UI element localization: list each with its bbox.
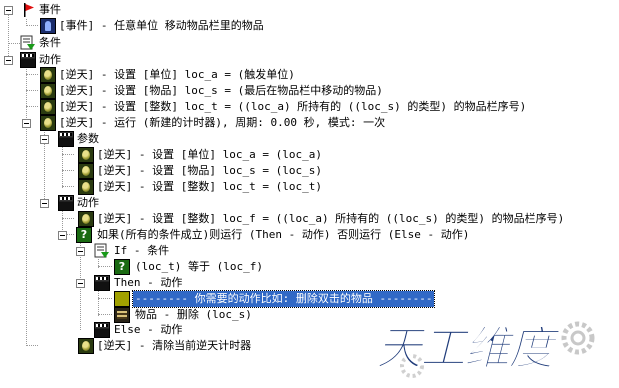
clapperboard-icon <box>94 322 110 338</box>
tree-label: [逆天] - 运行 (新建的计时器), 周期: 0.00 秒, 模式: 一次 <box>59 116 386 129</box>
tree-label: [逆天] - 清除当前逆天计时器 <box>97 339 252 352</box>
item-icon <box>114 307 130 323</box>
watermark-text: 天工维度 <box>376 321 555 375</box>
tree-label: (loc_t) 等于 (loc_f) <box>135 260 263 273</box>
tree-label: [逆天] - 设置 [物品] loc_s = (loc_s) <box>97 164 322 177</box>
action-icon <box>40 67 56 83</box>
tree-label: [事件] - 任意单位 移动物品栏里的物品 <box>59 19 264 32</box>
tree-label: [逆天] - 设置 [单位] loc_a = (loc_a) <box>97 148 322 161</box>
question-icon: ? <box>114 259 130 275</box>
action-icon <box>78 179 94 195</box>
collapse-toggle[interactable] <box>58 231 67 240</box>
collapse-toggle[interactable] <box>76 247 85 256</box>
action-icon <box>40 115 56 131</box>
clapperboard-icon <box>58 195 74 211</box>
collapse-toggle[interactable] <box>40 135 49 144</box>
condition-icon <box>94 243 110 259</box>
red-flag-icon <box>20 2 36 18</box>
tree-label: 动作 <box>39 53 61 66</box>
clapperboard-icon <box>58 131 74 147</box>
condition-icon <box>20 35 36 51</box>
action-icon <box>78 163 94 179</box>
tree-label: Then - 动作 <box>114 276 183 289</box>
clapperboard-icon <box>20 52 36 68</box>
tree-label: [逆天] - 设置 [整数] loc_t = (loc_t) <box>97 180 322 193</box>
tree-label: [逆天] - 设置 [物品] loc_s = (最后在物品栏中移动的物品) <box>59 84 383 97</box>
tree-label: [逆天] - 设置 [整数] loc_f = ((loc_a) 所持有的 ((l… <box>97 212 565 225</box>
tree-label: If - 条件 <box>114 244 170 257</box>
hole-icon <box>114 291 130 307</box>
collapse-toggle[interactable] <box>40 199 49 208</box>
clapperboard-icon <box>94 275 110 291</box>
unit-icon <box>40 18 56 34</box>
action-icon <box>78 338 94 354</box>
tree-label: 参数 <box>77 132 99 145</box>
collapse-toggle[interactable] <box>22 119 31 128</box>
tree-label: 条件 <box>39 36 61 49</box>
selected-comment: -------- 你需要的动作比如: 删除双击的物品 -------- <box>131 290 436 308</box>
tree-label: [逆天] - 设置 [单位] loc_a = (触发单位) <box>59 68 295 81</box>
action-icon <box>40 99 56 115</box>
tree-label: 事件 <box>39 3 61 16</box>
tree-label: 物品 - 删除 (loc_s) <box>135 308 252 321</box>
collapse-toggle[interactable] <box>76 279 85 288</box>
action-icon <box>40 83 56 99</box>
question-icon: ? <box>76 227 92 243</box>
tree-label: [逆天] - 设置 [整数] loc_t = ((loc_a) 所持有的 ((l… <box>59 100 527 113</box>
collapse-toggle[interactable] <box>4 6 13 15</box>
tree-label: Else - 动作 <box>114 323 183 336</box>
watermark-logo: 天工维度 <box>372 318 602 380</box>
action-icon <box>78 147 94 163</box>
action-icon <box>78 211 94 227</box>
tree-label: 动作 <box>77 196 99 209</box>
collapse-toggle[interactable] <box>4 56 13 65</box>
tree-label: 如果(所有的条件成立)则运行 (Then - 动作) 否则运行 (Else - … <box>97 228 470 241</box>
